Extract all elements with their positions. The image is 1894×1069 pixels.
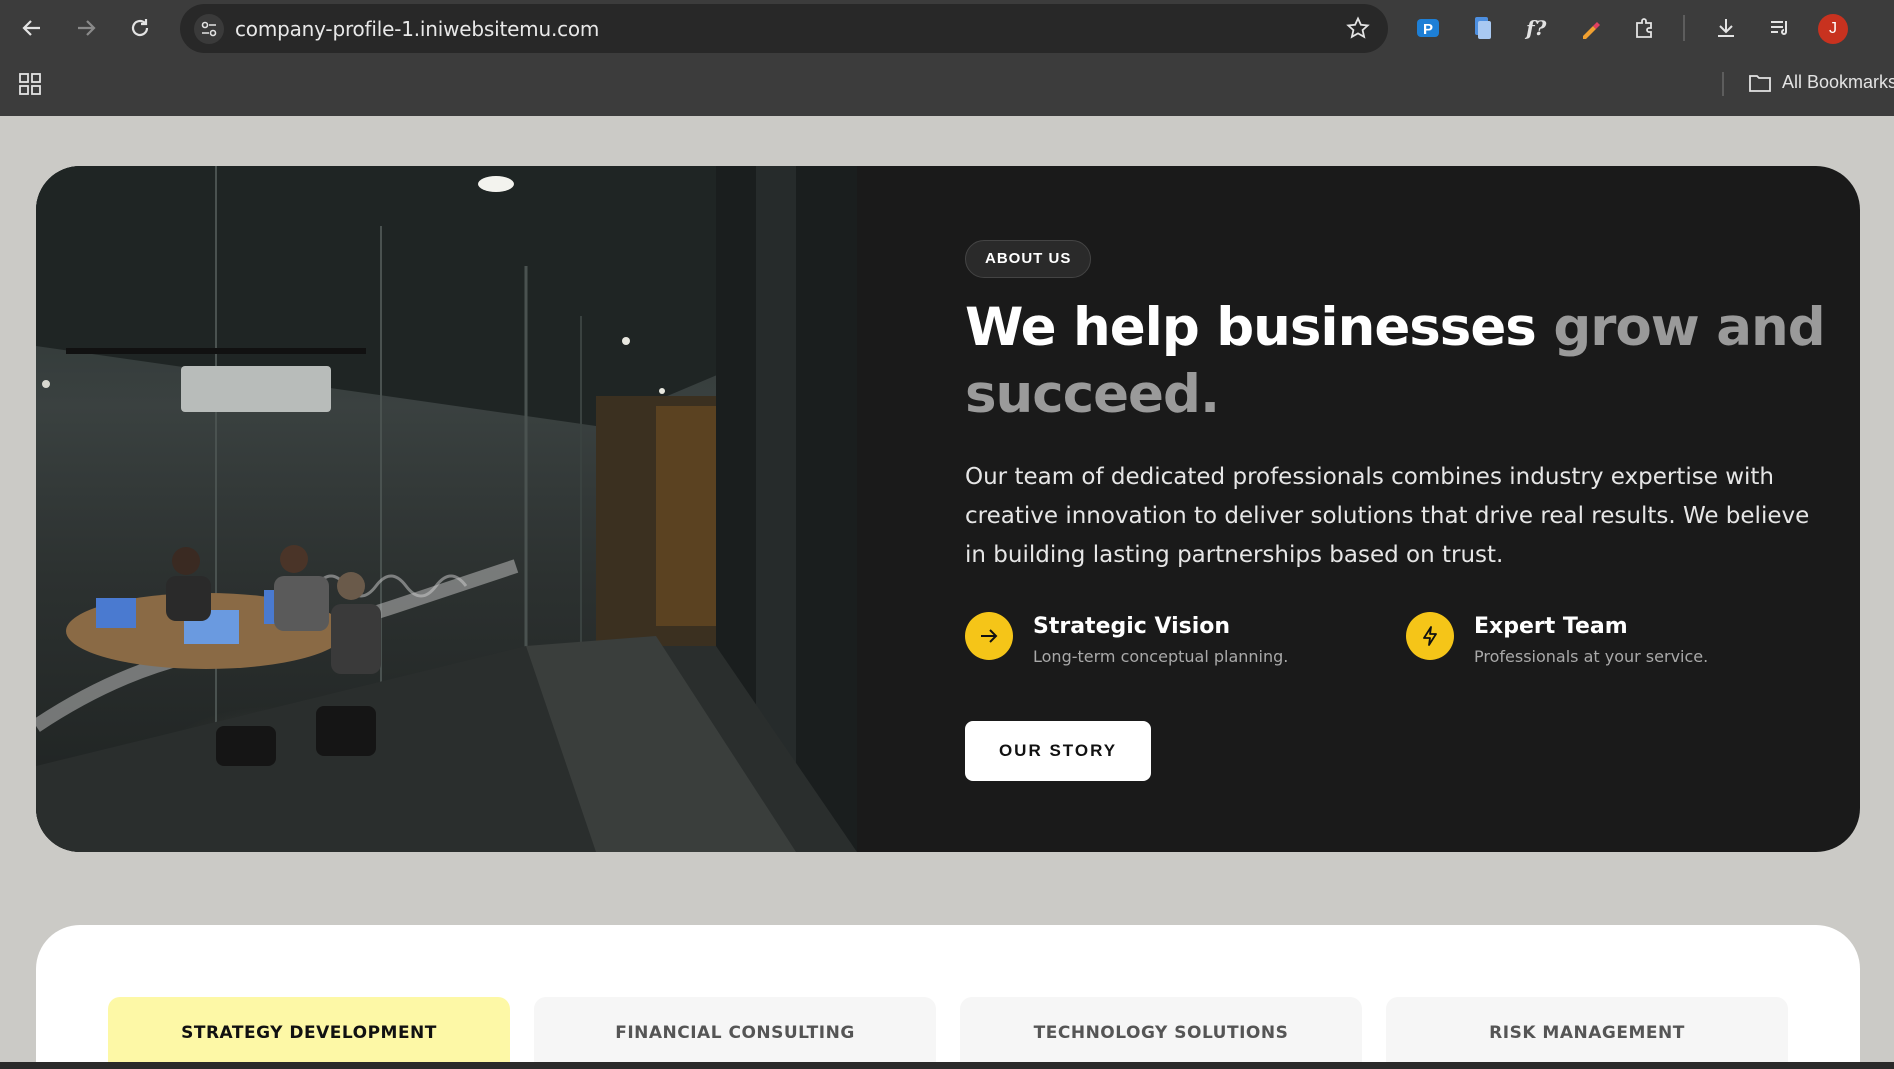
all-bookmarks-button[interactable]: All Bookmarks bbox=[1748, 72, 1894, 93]
svg-text:P: P bbox=[1423, 21, 1433, 38]
bookmark-star-icon[interactable] bbox=[1346, 16, 1370, 45]
tab-financial-consulting[interactable]: FINANCIAL CONSULTING bbox=[534, 997, 936, 1069]
services-panel: STRATEGY DEVELOPMENT FINANCIAL CONSULTIN… bbox=[36, 925, 1860, 1069]
back-button[interactable] bbox=[12, 8, 52, 48]
lightning-icon bbox=[1406, 612, 1454, 660]
reload-icon bbox=[131, 19, 149, 37]
toolbar-separator bbox=[1683, 15, 1685, 41]
feature-title: Expert Team bbox=[1474, 614, 1628, 639]
reading-list-icon[interactable] bbox=[1764, 12, 1796, 44]
downloads-icon[interactable] bbox=[1710, 12, 1742, 44]
extension-color-picker-icon[interactable] bbox=[1575, 12, 1607, 44]
feature-subtitle: Professionals at your service. bbox=[1474, 647, 1709, 666]
office-meeting-photo bbox=[36, 166, 857, 852]
extension-p-icon[interactable]: P bbox=[1412, 12, 1444, 44]
our-story-button[interactable]: OUR STORY bbox=[965, 721, 1151, 781]
site-settings-icon[interactable] bbox=[194, 14, 224, 44]
bookmarks-separator bbox=[1722, 72, 1724, 96]
forward-button[interactable] bbox=[66, 8, 106, 48]
profile-avatar[interactable]: J bbox=[1818, 14, 1848, 44]
about-hero-card: ABOUT US We help businesses grow and suc… bbox=[36, 166, 1860, 852]
svg-text:f?: f? bbox=[1524, 16, 1547, 40]
feature-title: Strategic Vision bbox=[1033, 614, 1231, 639]
all-bookmarks-label: All Bookmarks bbox=[1782, 72, 1894, 92]
feature-expert-team: Expert Team Professionals at your servic… bbox=[1406, 610, 1708, 666]
arrow-right-icon bbox=[965, 612, 1013, 660]
extension-docs-icon[interactable] bbox=[1467, 12, 1499, 44]
hero-description: Our team of dedicated professionals comb… bbox=[965, 464, 1810, 568]
address-bar[interactable]: company-profile-1.iniwebsitemu.com bbox=[180, 4, 1388, 53]
feature-strategic-vision: Strategic Vision Long-term conceptual pl… bbox=[965, 610, 1288, 666]
taskbar-edge bbox=[0, 1062, 1894, 1069]
folder-icon bbox=[1749, 74, 1771, 92]
extension-font-icon[interactable]: f? bbox=[1521, 12, 1553, 44]
apps-grid-icon[interactable] bbox=[18, 72, 42, 101]
tab-risk-management[interactable]: RISK MANAGEMENT bbox=[1386, 997, 1788, 1069]
extensions-puzzle-icon[interactable] bbox=[1629, 12, 1661, 44]
headline-main: We help businesses bbox=[965, 297, 1554, 358]
forward-arrow-icon bbox=[78, 20, 96, 36]
feature-subtitle: Long-term conceptual planning. bbox=[1033, 647, 1289, 666]
browser-toolbar: company-profile-1.iniwebsitemu.com P f? … bbox=[0, 0, 1894, 116]
back-arrow-icon bbox=[22, 20, 40, 36]
tab-strategy-development[interactable]: STRATEGY DEVELOPMENT bbox=[108, 997, 510, 1069]
reload-button[interactable] bbox=[120, 8, 160, 48]
about-us-badge: ABOUT US bbox=[965, 240, 1092, 278]
url-text[interactable]: company-profile-1.iniwebsitemu.com bbox=[235, 17, 599, 41]
hero-headline: We help businesses grow and succeed. bbox=[965, 294, 1826, 428]
tab-technology-solutions[interactable]: TECHNOLOGY SOLUTIONS bbox=[960, 997, 1362, 1069]
